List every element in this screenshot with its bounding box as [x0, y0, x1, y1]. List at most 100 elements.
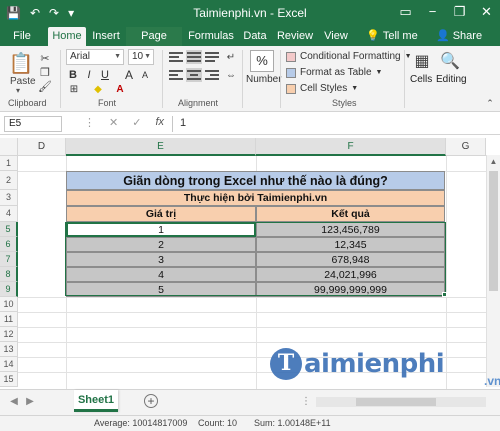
- tab-data[interactable]: Data: [240, 27, 270, 46]
- cells-icon[interactable]: ▦: [412, 50, 432, 72]
- row-header[interactable]: 2: [0, 171, 18, 190]
- number-label[interactable]: Number: [246, 74, 282, 85]
- font-name-select[interactable]: Arial ▼: [66, 49, 124, 65]
- enter-icon[interactable]: ✓: [132, 116, 141, 129]
- fill-handle[interactable]: [442, 292, 447, 297]
- more-options-icon[interactable]: ⋮: [300, 396, 312, 408]
- row-header[interactable]: 13: [0, 342, 18, 357]
- sheet-tab-sheet1[interactable]: Sheet1: [74, 390, 118, 412]
- paste-dropdown-icon[interactable]: ▾: [16, 86, 20, 95]
- scroll-sheets-right-icon[interactable]: ▶: [24, 396, 36, 408]
- column-header[interactable]: F: [256, 138, 446, 156]
- fill-color-icon[interactable]: ◆: [90, 84, 106, 96]
- insert-function-icon[interactable]: fx: [155, 116, 164, 129]
- tab-page-layout[interactable]: Page Layout: [126, 27, 182, 60]
- tab-home[interactable]: Home: [48, 27, 86, 46]
- table-subtitle-cell[interactable]: Thực hiện bởi Taimienphi.vn: [66, 190, 445, 206]
- increase-font-button[interactable]: A: [122, 68, 136, 82]
- row-header[interactable]: 11: [0, 312, 18, 327]
- merge-center-icon[interactable]: ⇔: [224, 68, 238, 82]
- align-bottom-icon[interactable]: [204, 50, 220, 64]
- row-header[interactable]: 10: [0, 297, 18, 312]
- table-cell[interactable]: 99,999,999,999: [256, 282, 445, 297]
- row-header[interactable]: 6: [0, 237, 18, 252]
- cell-styles-button[interactable]: Cell Styles ▼: [286, 81, 358, 96]
- table-cell[interactable]: 5: [66, 282, 256, 297]
- minimize-icon[interactable]: −: [419, 0, 446, 26]
- column-header[interactable]: D: [18, 138, 66, 156]
- restore-icon[interactable]: ❐: [446, 0, 473, 26]
- formula-input[interactable]: 1: [180, 117, 186, 129]
- row-header[interactable]: 3: [0, 190, 18, 206]
- paste-icon[interactable]: 📋: [8, 50, 34, 76]
- align-center-icon[interactable]: [186, 68, 202, 82]
- select-all-corner[interactable]: [0, 138, 18, 156]
- close-icon[interactable]: ✕: [473, 0, 500, 26]
- row-header[interactable]: 5: [0, 222, 18, 237]
- align-middle-icon[interactable]: [186, 50, 202, 64]
- table-cell[interactable]: 123,456,789: [256, 222, 445, 237]
- tab-file[interactable]: File: [10, 27, 34, 46]
- align-right-icon[interactable]: [204, 68, 220, 82]
- cancel-icon[interactable]: ✕: [109, 116, 118, 129]
- vertical-scrollbar[interactable]: ▲: [486, 155, 500, 387]
- column-header[interactable]: G: [446, 138, 486, 156]
- conditional-formatting-button[interactable]: Conditional Formatting ▼: [286, 49, 412, 64]
- row-header[interactable]: 8: [0, 267, 18, 282]
- tab-review[interactable]: Review: [276, 27, 314, 46]
- collapse-ribbon-icon[interactable]: ⌃: [484, 98, 496, 108]
- decrease-font-button[interactable]: A: [138, 68, 152, 82]
- font-color-icon[interactable]: A: [112, 84, 128, 96]
- table-cell[interactable]: 24,021,996: [256, 267, 445, 282]
- tab-formulas[interactable]: Formulas: [188, 27, 234, 46]
- table-cell[interactable]: 3: [66, 252, 256, 267]
- name-box[interactable]: E5: [4, 116, 62, 132]
- row-header[interactable]: 1: [0, 156, 18, 171]
- wrap-text-icon[interactable]: ↵: [224, 50, 238, 64]
- ribbon-tabs: File Home Insert Page Layout Formulas Da…: [0, 26, 500, 60]
- editing-label[interactable]: Editing: [436, 74, 467, 85]
- scroll-thumb[interactable]: [356, 398, 436, 406]
- borders-icon[interactable]: ⊞: [66, 84, 82, 96]
- number-format-icon[interactable]: %: [250, 50, 274, 72]
- paste-label[interactable]: Paste: [10, 76, 36, 87]
- align-top-icon[interactable]: [168, 50, 184, 64]
- font-size-select[interactable]: 10 ▼: [128, 49, 154, 65]
- header-cell-value[interactable]: Giá trị: [66, 206, 256, 222]
- row-header[interactable]: 15: [0, 372, 18, 387]
- table-cell[interactable]: 12,345: [256, 237, 445, 252]
- share-button[interactable]: 👤 Share: [432, 27, 486, 46]
- scroll-up-icon[interactable]: ▲: [487, 155, 500, 169]
- italic-button[interactable]: I: [82, 68, 96, 82]
- tab-insert[interactable]: Insert: [90, 27, 122, 46]
- bold-button[interactable]: B: [66, 68, 80, 82]
- cut-icon[interactable]: ✂: [38, 52, 52, 65]
- column-header[interactable]: E: [66, 138, 256, 156]
- table-cell[interactable]: 678,948: [256, 252, 445, 267]
- row-header[interactable]: 4: [0, 206, 18, 222]
- row-header[interactable]: 12: [0, 327, 18, 342]
- active-cell[interactable]: 1: [66, 222, 256, 237]
- row-header[interactable]: 14: [0, 357, 18, 372]
- tell-me-search[interactable]: 💡 Tell me: [364, 27, 420, 46]
- cells-label[interactable]: Cells: [410, 74, 432, 85]
- format-painter-icon[interactable]: 🖌: [38, 80, 52, 93]
- align-left-icon[interactable]: [168, 68, 184, 82]
- horizontal-scrollbar[interactable]: [316, 397, 486, 407]
- scroll-thumb[interactable]: [489, 171, 498, 291]
- more-icon[interactable]: ⋮: [84, 116, 95, 129]
- ribbon-display-options-icon[interactable]: ▭: [392, 0, 419, 26]
- add-sheet-icon[interactable]: +: [144, 394, 158, 408]
- underline-button[interactable]: U: [98, 68, 112, 82]
- scroll-sheets-left-icon[interactable]: ◀: [8, 396, 20, 408]
- row-header[interactable]: 9: [0, 282, 18, 297]
- row-header[interactable]: 7: [0, 252, 18, 267]
- table-cell[interactable]: 4: [66, 267, 256, 282]
- copy-icon[interactable]: ❐: [38, 66, 52, 79]
- tab-view[interactable]: View: [320, 27, 352, 46]
- format-as-table-button[interactable]: Format as Table ▼: [286, 65, 382, 80]
- editing-icon[interactable]: 🔍: [440, 50, 460, 72]
- table-title-cell[interactable]: Giãn dòng trong Excel như thế nào là đún…: [66, 171, 445, 190]
- table-cell[interactable]: 2: [66, 237, 256, 252]
- header-cell-result[interactable]: Kết quả: [256, 206, 445, 222]
